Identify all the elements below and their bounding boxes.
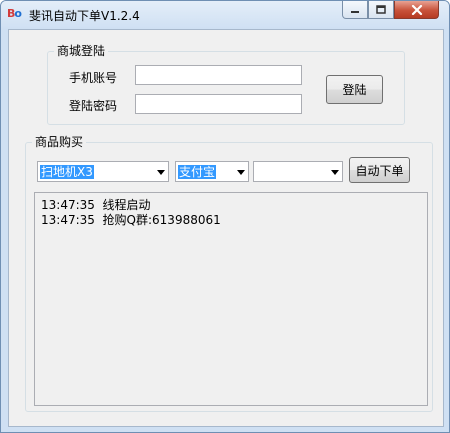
- chevron-down-icon: [331, 170, 339, 175]
- minimize-icon: [351, 10, 359, 13]
- log-line: 13:47:35 抢购Q群:613988061: [41, 211, 221, 228]
- maximize-button[interactable]: [368, 1, 394, 19]
- login-group-title: 商城登陆: [54, 44, 109, 58]
- chevron-down-icon: [237, 170, 245, 175]
- log-time: 13:47:35: [41, 198, 95, 212]
- close-button[interactable]: [394, 1, 439, 19]
- login-button[interactable]: 登陆: [326, 75, 383, 104]
- client-area: 商城登陆 手机账号 登陆密码 登陆 商品购买 扫地机X3 支付宝 自动下单 13…: [8, 29, 444, 427]
- app-logo-icon: Bo: [7, 7, 22, 20]
- chevron-down-icon: [157, 170, 165, 175]
- minimize-button[interactable]: [342, 1, 368, 19]
- password-label: 登陆密码: [69, 99, 118, 113]
- product-select[interactable]: 扫地机X3: [37, 161, 169, 182]
- account-input[interactable]: [135, 65, 302, 85]
- purchase-group-title: 商品购买: [32, 135, 87, 149]
- payment-select[interactable]: 支付宝: [175, 161, 249, 182]
- login-groupbox: 商城登陆 手机账号 登陆密码 登陆: [47, 44, 405, 125]
- log-message: 线程启动: [102, 198, 151, 212]
- title-bar[interactable]: Bo 斐讯自动下单V1.2.4: [1, 1, 449, 29]
- account-label: 手机账号: [69, 71, 118, 85]
- product-select-value: 扫地机X3: [40, 165, 94, 179]
- auto-order-button[interactable]: 自动下单: [349, 157, 410, 183]
- log-output[interactable]: 13:47:35 线程启动 13:47:35 抢购Q群:613988061: [34, 192, 428, 406]
- close-icon: [411, 4, 422, 15]
- password-input[interactable]: [135, 94, 302, 114]
- log-time: 13:47:35: [41, 213, 95, 227]
- window-title: 斐讯自动下单V1.2.4: [29, 9, 140, 23]
- log-message: 抢购Q群:613988061: [102, 213, 221, 227]
- third-select-value: [256, 165, 258, 179]
- payment-select-value: 支付宝: [178, 165, 217, 179]
- third-select[interactable]: [253, 161, 343, 182]
- app-window: Bo 斐讯自动下单V1.2.4 商城登陆 手机账号 登陆密码 登陆 商品购买 扫…: [0, 0, 450, 433]
- maximize-icon: [376, 5, 386, 14]
